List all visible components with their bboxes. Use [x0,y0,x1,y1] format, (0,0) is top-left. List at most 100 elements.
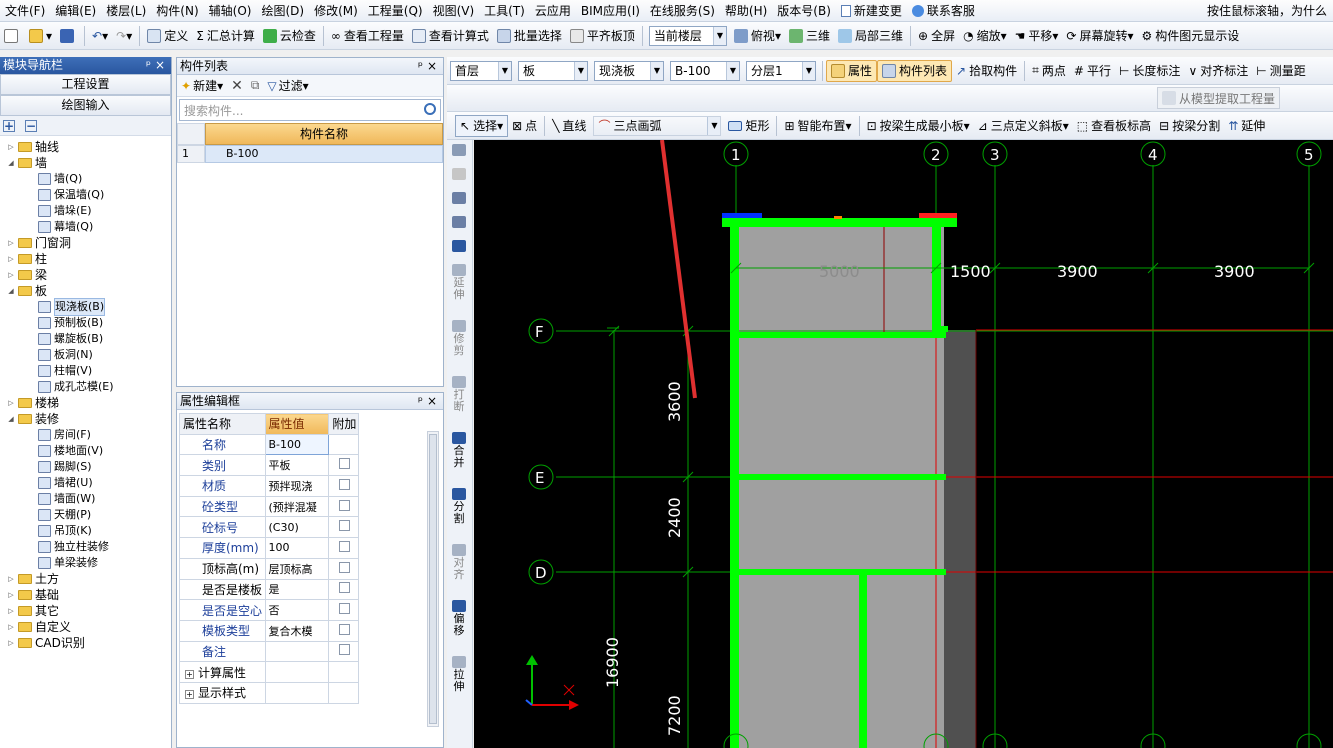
menu-file[interactable]: 文件(F) [0,0,50,22]
define-button[interactable]: 定义 [143,25,192,47]
element-display-button[interactable]: ⚙ 构件图元显示设 [1138,25,1244,47]
tree-folder[interactable]: ▷ 梁 [0,267,171,283]
menu-cloud[interactable]: 云应用 [530,0,576,22]
collapse-icon[interactable]: ◢ [6,283,16,299]
tree-folder[interactable]: ◢ 装修 [0,411,171,427]
tree-folder[interactable]: ▷ 门窗洞 [0,235,171,251]
tree-folder[interactable]: ▷ CAD识别 [0,635,171,651]
tree-item[interactable]: 保温墙(Q) [0,187,171,203]
menu-bim[interactable]: BIM应用(I) [576,0,645,22]
save-button[interactable] [56,25,81,47]
parallel-button[interactable]: # 平行 [1070,60,1115,82]
expand-icon[interactable]: ▷ [6,395,16,411]
edit-tool-button[interactable] [447,236,471,260]
new-component-button[interactable]: ✦ 新建 ▾ [181,77,223,94]
point-button[interactable]: ⊠ 点 [508,115,541,137]
expand-icon[interactable]: ▷ [6,635,16,651]
sum-calc-button[interactable]: Σ 汇总计算 [192,25,259,47]
extend-button[interactable]: ⇈ 延伸 [1224,115,1269,137]
slope-slab-button[interactable]: ⊿ 三点定义斜板 ▾ [974,115,1073,137]
arc-select[interactable]: ⌒ 三点画弧 ▼ [593,115,722,136]
line-button[interactable]: ╲ 直线 [548,115,590,137]
checkbox[interactable] [339,478,351,490]
menu-component[interactable]: 构件(N) [151,0,203,22]
category-select[interactable]: 板 ▼ [518,60,588,81]
tab-drawing-input[interactable]: 绘图输入 [0,95,171,116]
tool-0[interactable]: 延伸 [447,260,471,316]
tree-item[interactable]: 独立柱装修 [0,539,171,555]
menu-version[interactable]: 版本号(B) [772,0,836,22]
close-icon[interactable]: × [427,58,437,75]
tool-2[interactable]: 打断 [447,372,471,428]
collapse-icon[interactable]: ◢ [6,155,16,171]
table-row[interactable]: 是否是楼板是 [179,578,359,601]
top-view-button[interactable]: 俯视 ▾ [730,25,785,47]
open-button[interactable]: ▾ [25,25,56,47]
search-icon[interactable] [424,103,436,115]
view-slab-height-button[interactable]: ⬚ 查看板标高 [1073,115,1155,137]
expand-icon[interactable]: ▷ [6,587,16,603]
tree-item[interactable]: 现浇板(B) [0,298,171,316]
table-row[interactable]: 顶标高(m) 层顶标高 [179,557,359,580]
tree-folder[interactable]: ▷ 轴线 [0,139,171,155]
expand-icon[interactable]: ▷ [6,235,16,251]
tree-folder[interactable]: ▷ 其它 [0,603,171,619]
expand-icon[interactable]: + [185,690,194,700]
type-select[interactable]: 现浇板 ▼ [594,60,664,81]
component-list-button[interactable]: 构件列表 [877,59,953,82]
collapse-all-icon[interactable]: − [25,119,37,132]
table-row[interactable]: 名称 B-100 [179,433,359,456]
measure-button[interactable]: ⊢ 测量距 [1252,60,1309,82]
menu-tools[interactable]: 工具(T) [479,0,530,22]
name-select[interactable]: B-100 ▼ [670,60,740,81]
checkbox[interactable] [339,644,351,656]
table-row[interactable]: 砼标号 (C30) [179,516,359,539]
property-group-row[interactable]: + 计算属性 [179,661,359,683]
rect-button[interactable]: 矩形 [724,115,773,137]
collapse-icon[interactable]: ◢ [6,411,16,427]
checkbox[interactable] [339,582,351,594]
select-button[interactable]: ↖ 选择 ▾ [455,114,509,137]
menu-floor[interactable]: 楼层(L) [101,0,151,22]
align-slab-top-button[interactable]: 平齐板顶 [566,25,639,47]
tree-item[interactable]: 墙面(W) [0,491,171,507]
tree-folder[interactable]: ◢ 板 [0,283,171,299]
pin-icon[interactable]: ᵖ [146,57,151,74]
tree-item[interactable]: 天棚(P) [0,507,171,523]
expand-icon[interactable]: ▷ [6,571,16,587]
local-3d-button[interactable]: 局部三维 [834,25,907,47]
tree-item[interactable]: 楼地面(V) [0,443,171,459]
property-group-row[interactable]: + 显示样式 [179,681,359,704]
table-row[interactable]: 砼类型 (预拌混凝 [179,495,359,518]
close-icon[interactable]: × [427,393,437,410]
tool-5[interactable]: 对齐 [447,540,471,596]
delete-icon[interactable]: ✕ [231,78,243,94]
expand-all-icon[interactable]: + [3,119,15,132]
tree-item[interactable]: 踢脚(S) [0,459,171,475]
table-row[interactable]: 厚度(mm) 100 [179,537,359,559]
view-quantity-button[interactable]: ∞ 查看工程量 [327,25,408,47]
tool-1[interactable]: 修剪 [447,316,471,372]
tree-folder[interactable]: ▷ 柱 [0,251,171,267]
table-row[interactable]: 类别 平板 [179,454,359,477]
table-row[interactable]: 1 B-100 [177,145,443,163]
pan-button[interactable]: ☚ 平移 ▾ [1011,25,1063,47]
menu-quantity[interactable]: 工程量(Q) [363,0,428,22]
full-screen-button[interactable]: ⊕ 全屏 [914,25,959,47]
expand-icon[interactable]: ▷ [6,603,16,619]
menu-edit[interactable]: 编辑(E) [50,0,101,22]
tree-item[interactable]: 墙(Q) [0,171,171,187]
tree-folder[interactable]: ◢ 墙 [0,155,171,171]
tool-4[interactable]: 分割 [447,484,471,540]
tree-folder[interactable]: ▷ 自定义 [0,619,171,635]
checkbox[interactable] [339,561,351,573]
tree-item[interactable]: 成孔芯模(E) [0,379,171,395]
copy-icon[interactable]: ⧉ [251,78,260,93]
checkbox[interactable] [339,499,351,511]
tree-item[interactable]: 幕墙(Q) [0,219,171,235]
tree-item[interactable]: 螺旋板(B) [0,331,171,347]
edit-tool-button[interactable] [447,188,471,212]
new-change-button[interactable]: 新建变更 [836,0,907,22]
edit-tool-button[interactable] [447,164,471,188]
edit-tool-button[interactable] [447,140,471,164]
